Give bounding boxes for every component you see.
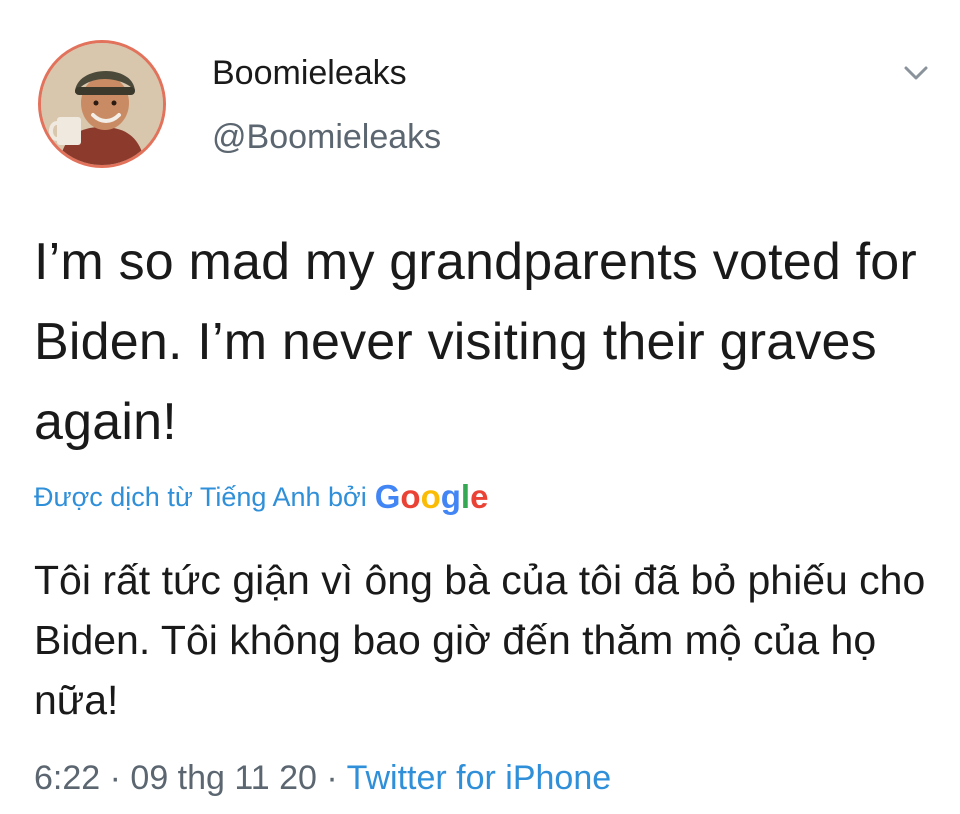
tweet-time[interactable]: 6:22 <box>34 759 100 797</box>
translated-tweet-text: Tôi rất tức giận vì ông bà của tôi đã bỏ… <box>34 557 926 723</box>
google-logo: Google <box>375 478 489 516</box>
g-6: e <box>470 478 489 515</box>
profile-avatar-icon <box>41 43 163 165</box>
tweet-card: Boomieleaks @Boomieleaks I’m so mad my g… <box>0 0 960 814</box>
g-1: G <box>374 478 401 515</box>
translation-label: Được dịch từ Tiếng Anh bởi <box>34 481 367 512</box>
g-2: o <box>400 478 421 515</box>
meta-separator: · <box>109 759 121 797</box>
tweet-meta: 6:22 · 09 thg 11 20 · Twitter for iPhone <box>34 756 611 800</box>
translation-attribution[interactable]: Được dịch từ Tiếng Anh bởi Google <box>34 474 488 520</box>
g-5: l <box>460 478 471 515</box>
tweet-date[interactable]: 09 thg 11 20 <box>130 759 317 797</box>
tweet-source-link[interactable]: Twitter for iPhone <box>347 759 612 797</box>
g-4: g <box>440 478 461 515</box>
display-name[interactable]: Boomieleaks <box>212 52 407 94</box>
meta-separator: · <box>326 759 338 797</box>
g-3: o <box>420 478 441 515</box>
chevron-down-icon[interactable] <box>896 58 936 88</box>
user-handle[interactable]: @Boomieleaks <box>212 116 441 158</box>
tweet-text: I’m so mad my grandparents voted for Bid… <box>34 233 917 451</box>
avatar[interactable] <box>38 40 166 168</box>
